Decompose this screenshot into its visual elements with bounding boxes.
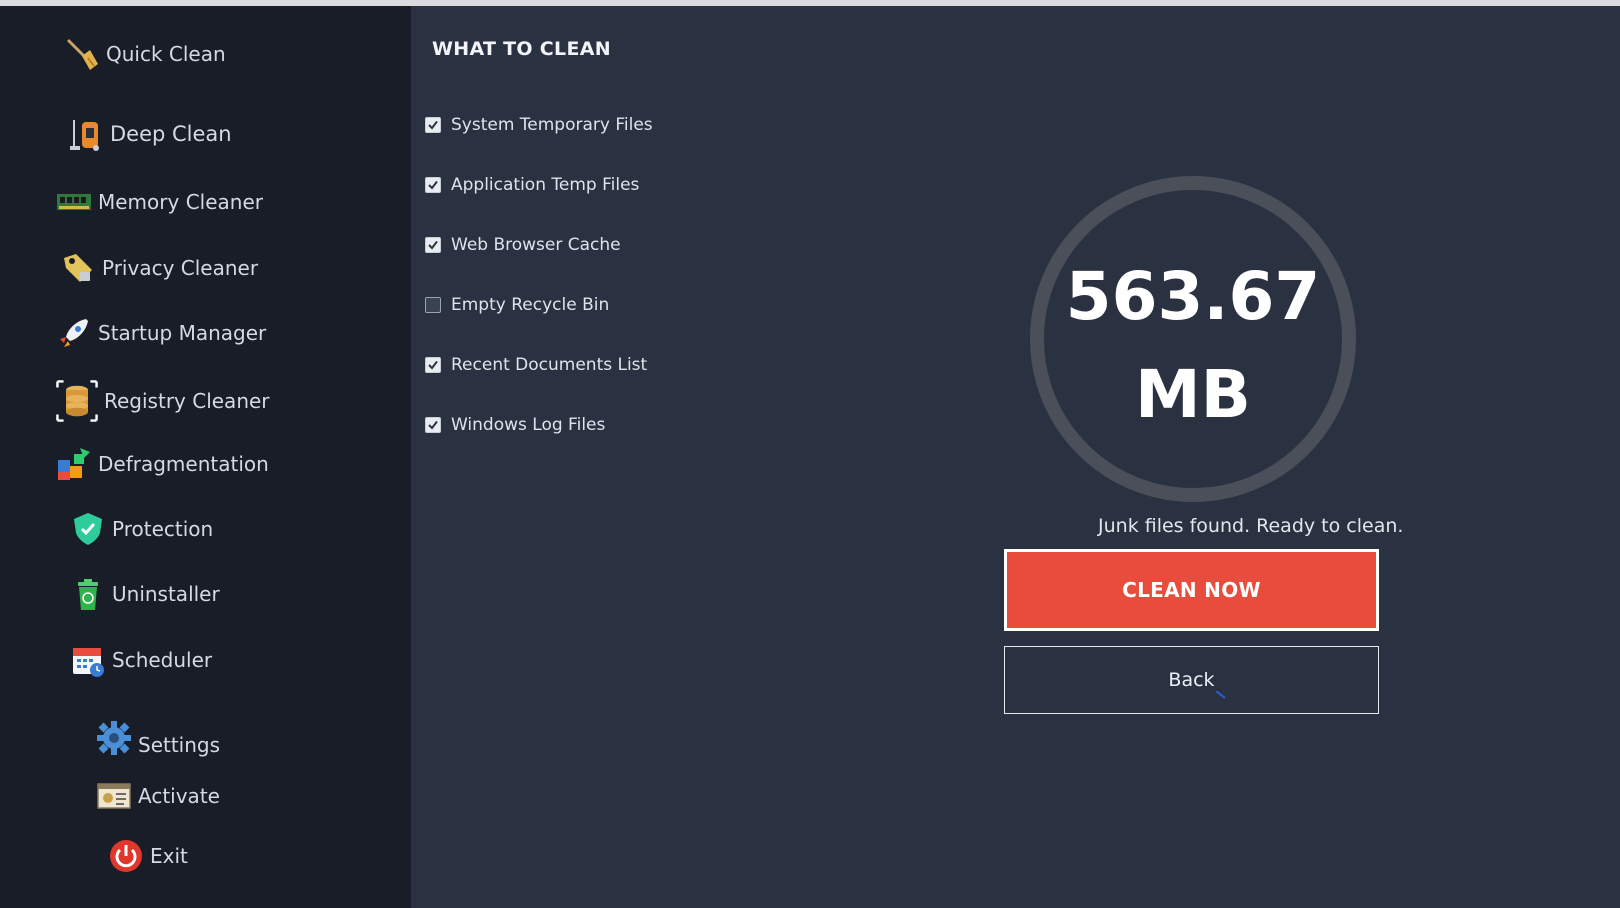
sidebar-item-label: Registry Cleaner (104, 389, 270, 413)
status-message: Junk files found. Ready to clean. (1098, 515, 1404, 537)
checkmark-icon (428, 120, 438, 130)
sidebar-item-privacy-cleaner[interactable]: Privacy Cleaner (58, 248, 258, 288)
option-label: Empty Recycle Bin (451, 295, 610, 315)
checkbox-unchecked[interactable] (425, 297, 441, 313)
sidebar-item-label: Privacy Cleaner (102, 256, 259, 280)
sidebar-item-exit[interactable]: Exit (106, 836, 188, 876)
junk-size-readout: 563.67 MB (1030, 248, 1356, 444)
option-windows-log-files[interactable]: Windows Log Files (425, 415, 605, 435)
sidebar-item-deep-clean[interactable]: Deep Clean (66, 114, 232, 154)
power-icon (106, 836, 146, 876)
main-panel (411, 6, 1620, 908)
checkbox-checked[interactable] (425, 357, 441, 373)
sidebar-item-label: Protection (112, 517, 214, 541)
sidebar-item-registry-cleaner[interactable]: Registry Cleaner (54, 378, 270, 424)
sidebar-item-startup-manager[interactable]: Startup Manager (54, 313, 266, 353)
sidebar-item-activate[interactable]: Activate (94, 776, 220, 816)
calendar-clock-icon (68, 640, 108, 680)
option-label: Windows Log Files (451, 415, 606, 435)
checkbox-checked[interactable] (425, 237, 441, 253)
checkbox-checked[interactable] (425, 117, 441, 133)
clean-now-button[interactable]: CLEAN NOW (1004, 549, 1379, 631)
option-application-temp-files[interactable]: Application Temp Files (425, 175, 639, 195)
sidebar-item-label: Exit (150, 844, 188, 868)
sidebar-item-protection[interactable]: Protection (68, 509, 213, 549)
sidebar-item-uninstaller[interactable]: Uninstaller (68, 574, 220, 614)
sidebar-item-label: Defragmentation (98, 452, 269, 476)
option-system-temporary-files[interactable]: System Temporary Files (425, 115, 653, 135)
puzzle-icon (54, 444, 94, 484)
sidebar-item-label: Uninstaller (112, 582, 220, 606)
junk-size-unit: MB (1135, 356, 1251, 433)
sidebar-item-label: Quick Clean (106, 42, 226, 66)
checkbox-checked[interactable] (425, 177, 441, 193)
checkmark-icon (428, 240, 438, 250)
junk-size-value: 563.67 (1065, 258, 1321, 335)
sidebar-item-label: Memory Cleaner (98, 190, 263, 214)
vacuum-icon (66, 114, 106, 154)
sidebar-item-label: Activate (138, 784, 220, 808)
checkmark-icon (428, 360, 438, 370)
trash-bin-icon (68, 574, 108, 614)
option-label: System Temporary Files (451, 115, 653, 135)
section-title: WHAT TO CLEAN (432, 38, 611, 60)
ram-chip-icon (54, 182, 94, 222)
sidebar-item-memory-cleaner[interactable]: Memory Cleaner (54, 182, 263, 222)
sidebar-item-label: Scheduler (112, 648, 213, 672)
sidebar-item-label: Deep Clean (110, 122, 232, 146)
sidebar-item-label: Startup Manager (98, 321, 267, 345)
gear-icon (94, 718, 134, 758)
option-label: Application Temp Files (451, 175, 640, 195)
license-icon (94, 776, 134, 816)
sidebar-item-defragmentation[interactable]: Defragmentation (54, 444, 269, 484)
sidebar: Quick Clean Deep Clean Memory Cleaner Pr… (0, 6, 411, 908)
option-empty-recycle-bin[interactable]: Empty Recycle Bin (425, 295, 609, 315)
sidebar-item-label: Settings (138, 733, 221, 757)
sidebar-item-scheduler[interactable]: Scheduler (68, 640, 212, 680)
broom-icon (62, 34, 102, 74)
checkmark-icon (428, 180, 438, 190)
option-recent-documents-list[interactable]: Recent Documents List (425, 355, 647, 375)
back-button[interactable]: Back (1004, 646, 1379, 714)
shield-icon (68, 509, 108, 549)
checkmark-icon (428, 420, 438, 430)
tag-lock-icon (58, 248, 98, 288)
option-label: Recent Documents List (451, 355, 648, 375)
mouse-cursor-icon (1216, 691, 1226, 699)
option-label: Web Browser Cache (451, 235, 621, 255)
sidebar-item-quick-clean[interactable]: Quick Clean (62, 34, 226, 74)
database-icon (54, 378, 100, 424)
checkbox-checked[interactable] (425, 417, 441, 433)
option-web-browser-cache[interactable]: Web Browser Cache (425, 235, 621, 255)
rocket-icon (54, 313, 94, 353)
sidebar-item-settings[interactable]: Settings (94, 718, 220, 758)
